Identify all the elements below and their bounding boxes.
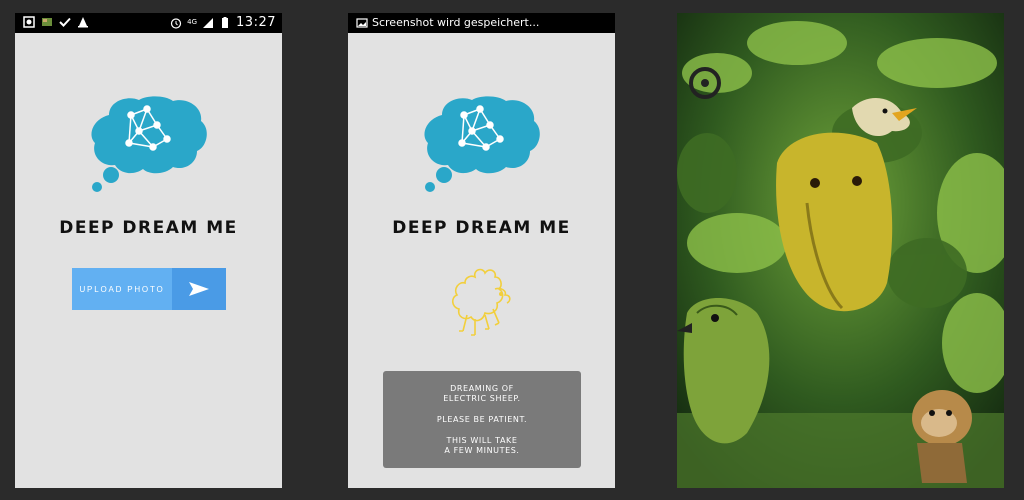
toast-line: PLEASE BE PATIENT. xyxy=(436,415,528,424)
toast-line: THIS WILL TAKE xyxy=(446,436,518,445)
toast-line: A FEW MINUTES. xyxy=(444,446,520,455)
clock: 13:27 xyxy=(236,15,276,30)
brain-network-logo xyxy=(424,96,540,192)
status-bar: Screenshot wird gespeichert... xyxy=(348,13,615,33)
app-notification-icon xyxy=(23,16,35,28)
processing-screen: Screenshot wird gespeichert... DEEP DREA… xyxy=(348,13,615,488)
app-title: DEEP DREAM ME xyxy=(392,218,571,238)
deep-dream-result-image xyxy=(677,13,1004,488)
screenshot-icon xyxy=(356,18,368,28)
network-type: 4G xyxy=(187,18,198,26)
upload-photo-button[interactable]: UPLOAD PHOTO xyxy=(72,268,226,310)
toast-line: DREAMING OF xyxy=(450,384,514,393)
vlc-cone-icon xyxy=(78,17,88,28)
home-screen: 4G 13:27 DEEP DREAM ME UPLOAD PHOTO xyxy=(15,13,282,488)
check-icon xyxy=(59,17,71,27)
signal-icon xyxy=(203,17,214,28)
battery-icon xyxy=(222,16,229,28)
alarm-icon xyxy=(171,17,182,29)
screenshot-notification: Screenshot wird gespeichert... xyxy=(372,16,540,29)
send-arrow-icon[interactable] xyxy=(172,268,226,310)
status-bar: 4G 13:27 xyxy=(15,13,282,33)
brain-network-logo xyxy=(91,96,207,192)
toast-line: ELECTRIC SHEEP. xyxy=(443,394,521,403)
app-title: DEEP DREAM ME xyxy=(59,218,238,238)
upload-photo-label[interactable]: UPLOAD PHOTO xyxy=(72,268,172,310)
progress-toast: DREAMING OF ELECTRIC SHEEP. PLEASE BE PA… xyxy=(383,371,581,468)
sheep-outline-icon xyxy=(451,268,511,336)
image-notification-icon xyxy=(42,18,52,26)
